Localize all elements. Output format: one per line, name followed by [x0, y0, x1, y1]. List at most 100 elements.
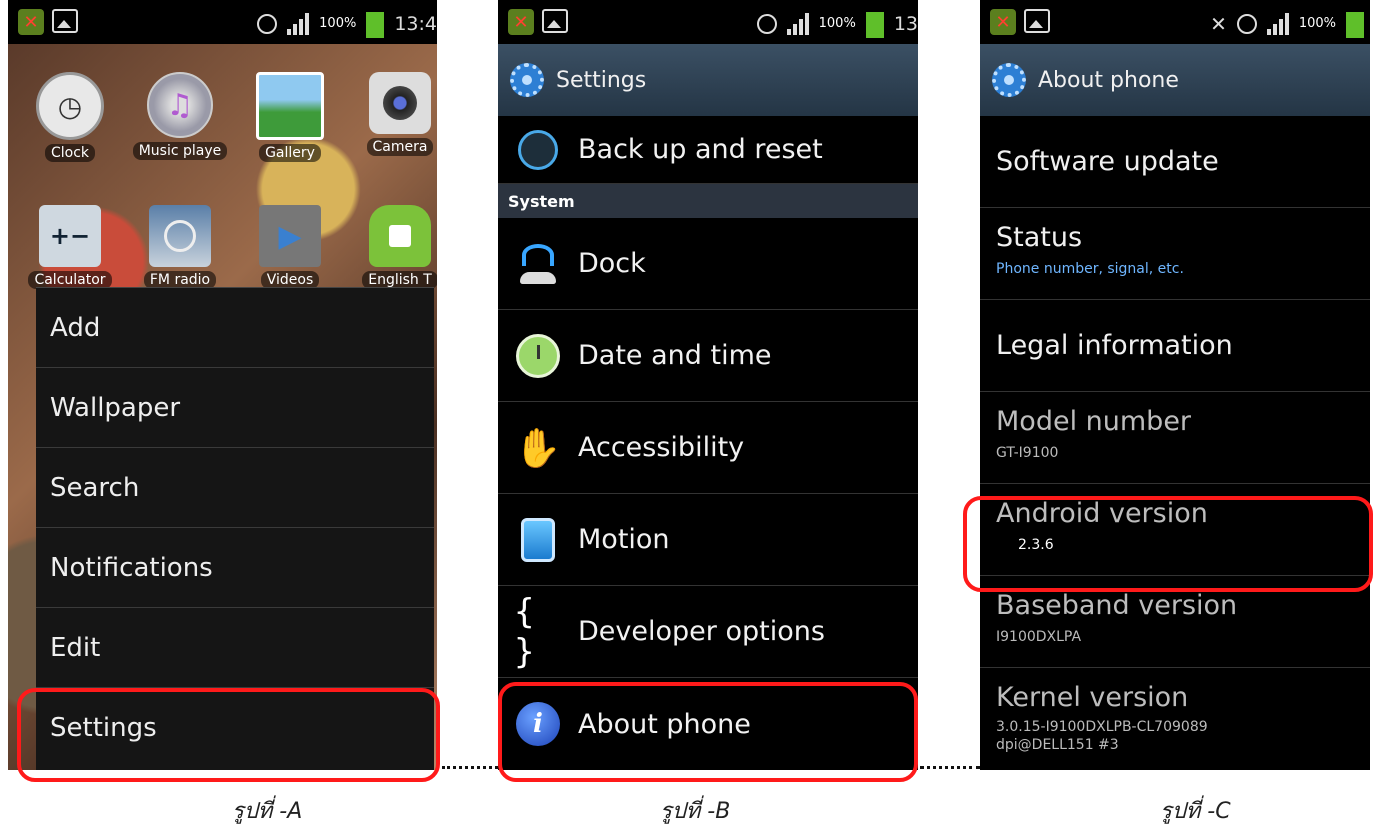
app-music-player[interactable]: ♫ Music playe	[130, 72, 230, 160]
about-item-kernel: Kernel version 3.0.15-I9100DXLPB-CL70908…	[980, 668, 1370, 767]
caption-a: รูปที่ -A	[232, 799, 303, 824]
calculator-icon: +−	[39, 205, 101, 267]
fm-radio-icon	[149, 205, 211, 267]
item-title: Status	[996, 222, 1083, 253]
picture-icon	[542, 9, 568, 33]
battery-percent: 100%	[319, 16, 357, 31]
battery-percent: 100%	[818, 16, 856, 31]
gear-icon	[992, 63, 1026, 97]
status-time: 13:4	[394, 12, 437, 35]
item-title: Android version	[996, 498, 1208, 529]
android-debug-icon: ✕	[18, 9, 44, 35]
picture-icon	[52, 9, 78, 33]
settings-item-developer-options[interactable]: { } Developer options	[498, 586, 918, 678]
screen-a-home: ✕ 100% 13:4 ◷ Clock ♫ Music playe Galler…	[8, 0, 437, 770]
clock-icon: ◷	[36, 72, 104, 140]
about-item-software-update[interactable]: Software update	[980, 116, 1370, 208]
phone-motion-icon	[514, 516, 562, 564]
item-title: Kernel version	[996, 682, 1189, 713]
app-clock[interactable]: ◷ Clock	[20, 72, 120, 162]
settings-item-backup[interactable]: Back up and reset	[498, 116, 918, 184]
item-subtitle: Phone number, signal, etc.	[996, 261, 1184, 277]
gear-icon	[510, 63, 544, 97]
settings-item-label: About phone	[578, 708, 751, 740]
status-bar: ✕ 100% 13	[498, 0, 918, 44]
options-menu: Add Wallpaper Search Notifications Edit …	[36, 287, 434, 770]
item-title: Baseband version	[996, 590, 1238, 621]
menu-item-edit[interactable]: Edit	[36, 608, 434, 688]
item-value: dpi@DELL151 #3	[996, 737, 1119, 753]
status-time: 13	[893, 12, 918, 35]
about-item-legal[interactable]: Legal information	[980, 300, 1370, 392]
app-fm-radio[interactable]: FM radio	[130, 205, 230, 289]
info-icon: i	[514, 700, 562, 748]
connector-b-c	[920, 766, 980, 769]
page-title: Settings	[556, 67, 647, 93]
item-title: Legal information	[996, 330, 1233, 361]
app-gallery[interactable]: Gallery	[240, 72, 340, 162]
braces-icon: { }	[514, 591, 535, 672]
battery-icon	[1346, 9, 1364, 38]
signal-icon	[1266, 12, 1289, 35]
about-titlebar: About phone	[980, 44, 1370, 116]
item-title: Software update	[996, 146, 1219, 177]
settings-item-label: Date and time	[578, 340, 772, 371]
settings-list: Back up and reset System Dock Date and t…	[498, 116, 918, 770]
connector-a-b	[442, 766, 498, 769]
about-item-model: Model number GT-I9100	[980, 392, 1370, 484]
app-camera[interactable]: Camera	[350, 72, 437, 156]
menu-item-wallpaper[interactable]: Wallpaper	[36, 368, 434, 448]
settings-item-label: Motion	[578, 524, 670, 555]
app-label: Gallery	[259, 144, 321, 162]
settings-item-accessibility[interactable]: ✋ Accessibility	[498, 402, 918, 494]
settings-item-motion[interactable]: Motion	[498, 494, 918, 586]
item-value: 2.3.6	[1018, 537, 1054, 553]
app-label: Clock	[44, 144, 96, 162]
section-header-system: System	[498, 184, 918, 218]
item-value: 3.0.15-I9100DXLPB-CL709089	[996, 719, 1208, 735]
menu-item-search[interactable]: Search	[36, 448, 434, 528]
app-calculator[interactable]: +− Calculator	[20, 205, 120, 289]
item-value: I9100DXLPA	[996, 629, 1082, 645]
android-debug-icon: ✕	[508, 9, 534, 35]
settings-item-about-phone[interactable]: i About phone	[498, 678, 918, 770]
app-label: Camera	[366, 138, 434, 156]
battery-icon	[366, 9, 385, 38]
item-title: Model number	[996, 406, 1192, 437]
battery-percent: 100%	[1298, 16, 1336, 31]
app-videos[interactable]: ▶ Videos	[240, 205, 340, 289]
settings-item-label: Back up and reset	[578, 134, 823, 165]
hand-icon: ✋	[514, 425, 562, 470]
settings-item-label: Accessibility	[578, 432, 745, 463]
settings-item-dock[interactable]: Dock	[498, 218, 918, 310]
about-item-android-version: Android version 2.3.6	[980, 484, 1370, 576]
about-item-baseband: Baseband version I9100DXLPA	[980, 576, 1370, 668]
videos-icon: ▶	[259, 205, 321, 267]
signal-icon	[786, 12, 809, 35]
caption-c: รูปที่ -C	[1160, 799, 1231, 824]
settings-item-label: Dock	[578, 248, 646, 279]
clock-icon	[514, 332, 562, 380]
mute-icon: ✕	[1210, 11, 1227, 36]
status-bar: ✕ ✕ 100%	[980, 0, 1370, 44]
screen-b-settings: ✕ 100% 13 Settings Back up and reset Sys…	[498, 0, 918, 770]
battery-icon	[865, 9, 884, 38]
android-app-icon	[369, 205, 431, 267]
status-bar: ✕ 100% 13:4	[8, 0, 437, 44]
dock-icon	[514, 240, 562, 288]
app-label: Music playe	[132, 142, 228, 160]
menu-item-settings[interactable]: Settings	[36, 688, 434, 768]
camera-icon	[369, 72, 431, 134]
menu-item-add[interactable]: Add	[36, 288, 434, 368]
app-english[interactable]: English T	[350, 205, 437, 289]
gallery-icon	[256, 72, 324, 140]
alarm-icon	[257, 13, 278, 34]
backup-icon	[514, 126, 562, 174]
menu-item-notifications[interactable]: Notifications	[36, 528, 434, 608]
page-title: About phone	[1038, 67, 1179, 93]
screen-c-about-phone: ✕ ✕ 100% About phone Software update Sta…	[980, 0, 1370, 770]
caption-b: รูปที่ -B	[660, 799, 731, 824]
settings-item-date-time[interactable]: Date and time	[498, 310, 918, 402]
about-item-status[interactable]: Status Phone number, signal, etc.	[980, 208, 1370, 300]
settings-item-label: Developer options	[578, 616, 825, 647]
